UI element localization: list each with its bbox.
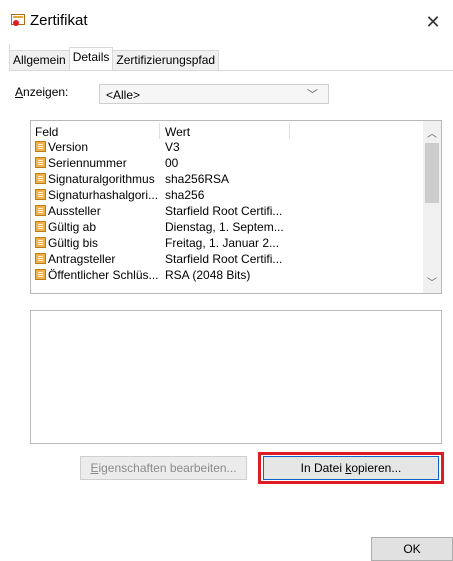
- list-item[interactable]: Öffentlicher Schlüs... RSA (2048 Bits): [31, 267, 423, 283]
- column-header-field[interactable]: Feld: [35, 125, 58, 139]
- field-icon: [35, 173, 46, 184]
- copy-to-file-button[interactable]: In Datei kopieren...: [263, 456, 439, 480]
- field-value: Starfield Root Certifi...: [165, 252, 283, 266]
- copy-label-pre: In Datei: [300, 461, 346, 475]
- show-filter-select[interactable]: <Alle> ﹀: [99, 84, 329, 104]
- field-value: V3: [165, 140, 180, 154]
- vertical-scrollbar[interactable]: ︿ ﹀: [423, 121, 441, 293]
- field-name: Version: [48, 140, 89, 154]
- field-value: RSA (2048 Bits): [165, 268, 251, 282]
- title-bar: Zertifikat ✕: [0, 0, 453, 44]
- list-item[interactable]: Version V3: [31, 139, 423, 155]
- list-item[interactable]: Seriennummer 00: [31, 155, 423, 171]
- column-divider: [159, 123, 160, 139]
- tab-strip: Allgemein Details Zertifizierungspfad: [9, 47, 220, 70]
- field-icon: [35, 141, 46, 152]
- list-header: Feld Wert: [31, 123, 423, 139]
- certificate-icon: [11, 14, 25, 26]
- list-item[interactable]: Antragsteller Starfield Root Certifi...: [31, 251, 423, 267]
- scrollbar-thumb[interactable]: [425, 143, 439, 203]
- show-label-accesskey: A: [15, 85, 24, 99]
- field-name: Gültig ab: [48, 220, 97, 234]
- list-item[interactable]: Gültig bis Freitag, 1. Januar 2...: [31, 235, 423, 251]
- close-button[interactable]: ✕: [413, 8, 453, 36]
- field-icon: [35, 253, 46, 264]
- field-value: Dienstag, 1. Septem...: [165, 220, 284, 234]
- field-name: Seriennummer: [48, 156, 127, 170]
- column-header-value[interactable]: Wert: [165, 125, 190, 139]
- show-label-text: nzeigen:: [23, 85, 69, 99]
- show-filter-value: <Alle>: [106, 88, 141, 102]
- field-icon: [35, 205, 46, 216]
- field-name: Aussteller: [48, 204, 101, 218]
- field-icon: [35, 189, 46, 200]
- tab-allgemein[interactable]: Allgemein: [9, 50, 70, 70]
- close-icon: ✕: [425, 11, 441, 32]
- window-title: Zertifikat: [30, 12, 88, 29]
- copy-label-post: opieren...: [351, 461, 402, 475]
- ok-button[interactable]: OK: [371, 537, 453, 561]
- field-value: 00: [165, 156, 179, 170]
- field-name: Signaturhashalgori...: [48, 188, 158, 202]
- field-name: Gültig bis: [48, 236, 99, 250]
- field-value: sha256RSA: [165, 172, 230, 186]
- field-value: Freitag, 1. Januar 2...: [165, 236, 280, 250]
- edit-properties-label: igenschaften bearbeiten...: [98, 461, 237, 475]
- chevron-down-icon: ﹀: [307, 89, 318, 101]
- field-icon: [35, 237, 46, 248]
- field-detail-textbox[interactable]: [30, 310, 442, 444]
- field-value: sha256: [165, 188, 205, 202]
- field-name: Öffentlicher Schlüs...: [48, 268, 158, 282]
- tab-zertifizierungspfad[interactable]: Zertifizierungspfad: [112, 50, 220, 70]
- field-icon: [35, 221, 46, 232]
- field-icon: [35, 157, 46, 168]
- list-item[interactable]: Signaturhashalgori... sha256: [31, 187, 423, 203]
- list-item[interactable]: Signaturalgorithmus sha256RSA: [31, 171, 423, 187]
- edit-properties-button: Eigenschaften bearbeiten...: [80, 456, 247, 480]
- tab-details[interactable]: Details: [68, 47, 114, 70]
- field-name: Signaturalgorithmus: [48, 172, 155, 186]
- field-icon: [35, 269, 46, 280]
- column-divider: [289, 123, 290, 139]
- list-item[interactable]: Gültig ab Dienstag, 1. Septem...: [31, 219, 423, 235]
- show-filter-label: Anzeigen:: [15, 85, 68, 99]
- chevron-up-icon[interactable]: ︿: [427, 125, 437, 140]
- field-list[interactable]: Feld Wert Version V3 Seriennummer 00 Sig…: [30, 120, 442, 294]
- field-name: Antragsteller: [48, 252, 116, 266]
- list-item[interactable]: Aussteller Starfield Root Certifi...: [31, 203, 423, 219]
- chevron-down-icon[interactable]: ﹀: [427, 274, 437, 289]
- field-value: Starfield Root Certifi...: [165, 204, 283, 218]
